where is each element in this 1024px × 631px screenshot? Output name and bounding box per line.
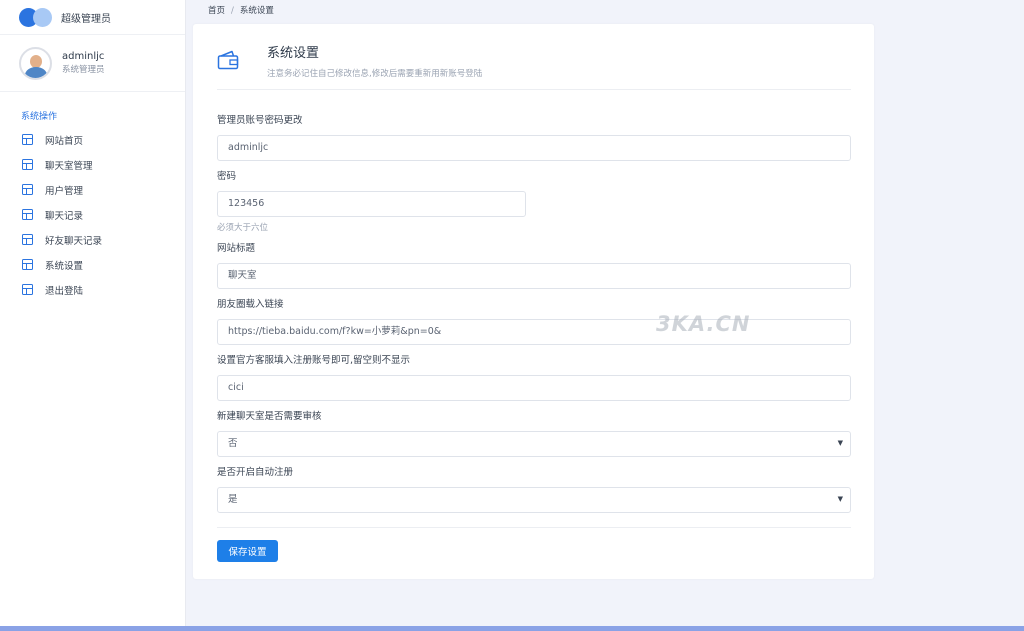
sidebar-item-chat-records[interactable]: 聊天记录: [0, 202, 185, 227]
page-subtitle: 注意务必记住自己修改信息,修改后需要重新用新账号登陆: [267, 69, 483, 79]
sidebar-item-label: 用户管理: [45, 185, 84, 197]
logo-icon: [19, 7, 53, 27]
sidebar-item-label: 聊天室管理: [45, 160, 93, 172]
header-divider: [217, 89, 851, 90]
brand-title: 超级管理员: [61, 13, 111, 25]
brand: 超级管理员: [0, 0, 185, 34]
sidebar-item-settings[interactable]: 系统设置: [0, 252, 185, 277]
layout-icon: [22, 184, 33, 195]
review-field-group: 新建聊天室是否需要审核 否 ▼: [217, 410, 851, 457]
layout-icon: [22, 134, 33, 145]
service-account-input[interactable]: cici: [217, 375, 851, 401]
bottom-bar: [0, 626, 1024, 631]
password-input[interactable]: 123456: [217, 191, 526, 217]
autoreg-label: 是否开启自动注册: [217, 467, 294, 478]
site-title-label: 网站标题: [217, 243, 256, 254]
sidebar-item-label: 退出登陆: [45, 285, 84, 297]
password-field-group: 密码 123456 必须大于六位: [217, 170, 851, 233]
footer-divider: [217, 527, 851, 528]
user-name: adminljc: [62, 51, 105, 62]
breadcrumb-home[interactable]: 首页: [208, 6, 225, 16]
autoreg-field-group: 是否开启自动注册 是 ▼: [217, 466, 851, 513]
account-field-group: 管理员账号密码更改 adminljc: [217, 114, 851, 161]
menu-section-title: 系统操作: [21, 112, 58, 122]
sidebar-item-label: 好友聊天记录: [45, 235, 103, 247]
sidebar-item-friend-records[interactable]: 好友聊天记录: [0, 227, 185, 252]
review-select[interactable]: 否: [217, 431, 851, 457]
breadcrumb-current: 系统设置: [239, 6, 274, 16]
watermark: 3KA.CN: [656, 312, 751, 336]
caret-down-icon: ▼: [837, 495, 843, 503]
moments-label: 朋友圈载入链接: [217, 299, 284, 310]
layout-icon: [22, 259, 33, 270]
sidebar-item-chatroom[interactable]: 聊天室管理: [0, 152, 185, 177]
password-hint: 必须大于六位: [217, 223, 269, 233]
layout-icon: [22, 284, 33, 295]
divider: [0, 91, 185, 92]
moments-url-input[interactable]: https://tieba.baidu.com/f?kw=小萝莉&pn=0&: [217, 319, 851, 345]
sidebar-item-label: 聊天记录: [45, 210, 84, 222]
account-label: 管理员账号密码更改: [217, 115, 303, 126]
sidebar: 超级管理员 adminljc 系统管理员 系统操作 网站首页 聊天室管理 用户管…: [0, 0, 186, 631]
user-info: adminljc 系统管理员: [62, 50, 105, 76]
autoreg-select-wrap: 是 ▼: [217, 487, 851, 513]
settings-card: 系统设置 注意务必记住自己修改信息,修改后需要重新用新账号登陆 管理员账号密码更…: [193, 24, 874, 579]
card-header: 系统设置 注意务必记住自己修改信息,修改后需要重新用新账号登陆: [217, 42, 851, 90]
avatar[interactable]: [19, 46, 52, 80]
wallet-icon: [217, 50, 239, 70]
layout-icon: [22, 209, 33, 220]
breadcrumb: 首页 / 系统设置: [208, 4, 274, 16]
service-field-group: 设置官方客服填入注册账号即可,留空则不显示 cici: [217, 354, 851, 401]
save-button[interactable]: 保存设置: [217, 540, 278, 562]
service-label: 设置官方客服填入注册账号即可,留空则不显示: [217, 355, 411, 366]
user-panel: adminljc 系统管理员: [0, 35, 185, 91]
user-role: 系统管理员: [62, 65, 105, 75]
caret-down-icon: ▼: [837, 439, 843, 447]
account-input[interactable]: adminljc: [217, 135, 851, 161]
autoreg-select[interactable]: 是: [217, 487, 851, 513]
site-title-input[interactable]: 聊天室: [217, 263, 851, 289]
page-title: 系统设置: [267, 46, 320, 61]
review-select-wrap: 否 ▼: [217, 431, 851, 457]
layout-icon: [22, 159, 33, 170]
sidebar-item-users[interactable]: 用户管理: [0, 177, 185, 202]
review-label: 新建聊天室是否需要审核: [217, 411, 322, 422]
sidebar-item-label: 网站首页: [45, 135, 84, 147]
sidebar-menu: 网站首页 聊天室管理 用户管理 聊天记录 好友聊天记录 系统设置 退出登陆: [0, 127, 185, 302]
site-title-field-group: 网站标题 聊天室: [217, 242, 851, 289]
sidebar-item-logout[interactable]: 退出登陆: [0, 277, 185, 302]
layout-icon: [22, 234, 33, 245]
password-label: 密码: [217, 171, 237, 182]
sidebar-item-home[interactable]: 网站首页: [0, 127, 185, 152]
sidebar-item-label: 系统设置: [45, 260, 84, 272]
moments-field-group: 朋友圈载入链接 https://tieba.baidu.com/f?kw=小萝莉…: [217, 298, 851, 345]
breadcrumb-separator: /: [231, 6, 234, 16]
